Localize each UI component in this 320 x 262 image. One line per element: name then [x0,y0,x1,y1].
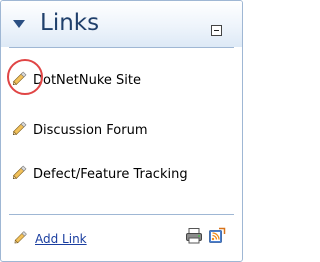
add-link-label[interactable]: Add Link [35,232,87,246]
link-label: Discussion Forum [33,123,148,138]
link-label: Defect/Feature Tracking [33,167,188,182]
links-module: Links DotNetNuke Site Discussion Forum D… [0,0,243,262]
header-divider [9,47,234,48]
pencil-icon [14,231,27,244]
link-label: DotNetNuke Site [33,73,141,88]
footer-divider [9,214,234,215]
module-header: Links [1,1,242,47]
minimize-box-icon[interactable] [211,25,222,36]
printer-icon[interactable] [185,227,203,245]
pencil-icon [12,121,27,136]
rss-feed-icon[interactable] [208,227,226,245]
module-title: Links [40,10,100,36]
pencil-icon [12,165,27,180]
triangle-down-icon[interactable] [12,18,26,30]
highlight-circle [7,59,43,95]
